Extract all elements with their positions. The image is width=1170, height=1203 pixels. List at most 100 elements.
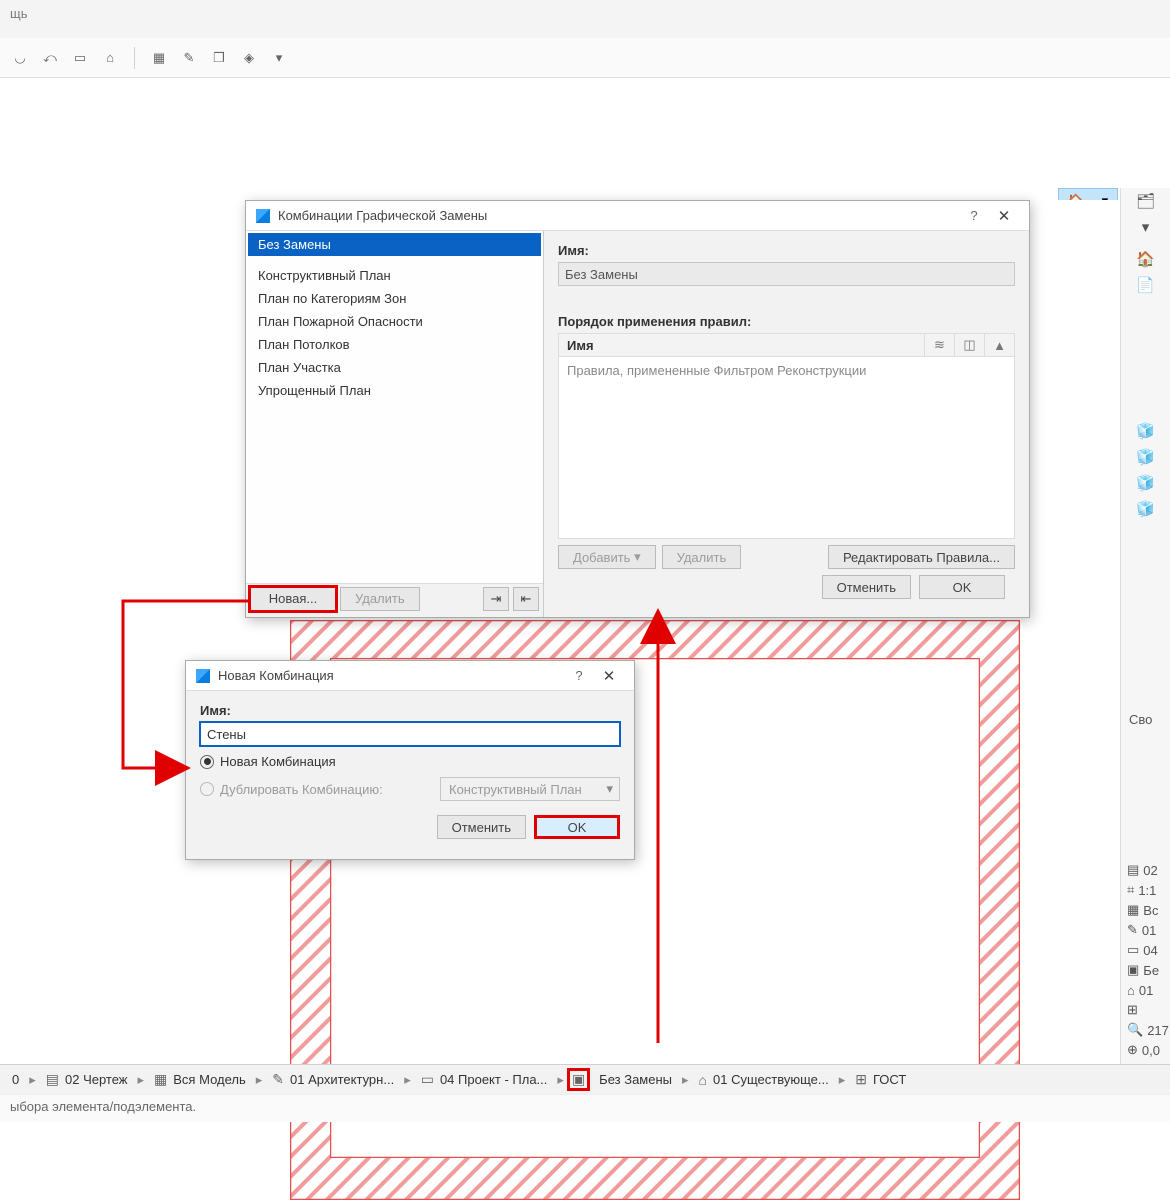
help-button[interactable]: ?	[959, 208, 989, 223]
opt-row[interactable]: ⌂01	[1123, 980, 1168, 1000]
list-item[interactable]: План Пожарной Опасности	[248, 310, 541, 333]
list-item[interactable]: План Участка	[248, 356, 541, 379]
pen-icon: ✎	[272, 1071, 284, 1088]
status-crumbs: 0 ▸ ▤02 Чертеж ▸ ▦Вся Модель ▸ ✎01 Архит…	[0, 1064, 1170, 1094]
new-button[interactable]: Новая...	[250, 587, 336, 611]
doc-node-icon[interactable]: 📄	[1121, 272, 1170, 298]
expand-icon[interactable]: ▾	[1121, 214, 1170, 240]
tool-pen-icon[interactable]: ✎	[177, 46, 201, 70]
tool-home-icon[interactable]: ⌂	[98, 46, 122, 70]
reno-icon: ⌂	[699, 1072, 707, 1088]
layer-icon: ▤	[1127, 862, 1139, 878]
opt-row[interactable]: ▣Бе	[1123, 960, 1168, 980]
radio-duplicate-combination[interactable]: Дублировать Комбинацию: Конструктивный П…	[200, 777, 620, 801]
app-icon	[196, 669, 210, 683]
crumb-partial[interactable]: ▦Вся Модель	[148, 1071, 252, 1088]
dialog-titlebar[interactable]: Новая Комбинация ? ✕	[186, 661, 634, 691]
line-override-icon[interactable]: ≋	[924, 334, 954, 356]
tree-icon[interactable]: 🗂	[1121, 188, 1170, 214]
opt-row[interactable]: ▦Вс	[1123, 900, 1168, 920]
tool-rect-icon[interactable]: ▭	[68, 46, 92, 70]
mvo-icon: ▭	[421, 1071, 434, 1088]
crumb-override-icon-highlight[interactable]: ▣	[568, 1069, 589, 1090]
zoom-icon: 🔍	[1127, 1022, 1143, 1038]
close-button[interactable]: ✕	[989, 207, 1019, 225]
export-icon[interactable]: ⇤	[513, 587, 539, 611]
tool-layers-icon[interactable]: ◈	[237, 46, 261, 70]
dialog-graphic-override-combinations: Комбинации Графической Замены ? ✕ Без За…	[245, 200, 1030, 618]
view-3d-icon[interactable]: 🧊	[1121, 418, 1170, 444]
rules-header: Имя ≋ ◫ ▲	[558, 333, 1015, 357]
list-item[interactable]: План по Категориям Зон	[248, 287, 541, 310]
add-rule-button: Добавить ▾	[558, 545, 656, 569]
cancel-button[interactable]: Отменить	[822, 575, 911, 599]
opt-row[interactable]: ⊞	[1123, 1000, 1168, 1020]
override-icon: ▣	[1127, 962, 1139, 978]
name-input[interactable]	[200, 722, 620, 746]
help-button[interactable]: ?	[564, 668, 594, 683]
radio-icon	[200, 755, 214, 769]
tool-arc-icon[interactable]: ⤺	[38, 46, 62, 70]
remove-rule-button: Удалить	[662, 545, 742, 569]
scale-icon: ⌗	[1127, 882, 1134, 898]
quick-options-list: ▤02 ⌗1:1 ▦Вс ✎01 ▭04 ▣Бе ⌂01 ⊞ 🔍217 ⊕0,0	[1120, 856, 1170, 1064]
crumb-sep: ▸	[404, 1072, 411, 1088]
view-3d-icon-4[interactable]: 🧊	[1121, 496, 1170, 522]
crumb-sep: ▸	[29, 1072, 36, 1088]
status-line: ыбора элемента/подэлемента.	[0, 1094, 1170, 1122]
close-button[interactable]: ✕	[594, 667, 624, 685]
surface-override-icon[interactable]: ▲	[984, 334, 1014, 356]
radio-new-combination[interactable]: Новая Комбинация	[200, 754, 620, 769]
tool-grid-icon[interactable]: ▦	[147, 46, 171, 70]
dialog-title: Новая Комбинация	[218, 668, 564, 683]
radio-icon	[200, 782, 214, 796]
edit-rules-button[interactable]: Редактировать Правила...	[828, 545, 1015, 569]
list-item[interactable]: План Потолков	[248, 333, 541, 356]
separator	[134, 47, 135, 69]
origin-icon: ⊕	[1127, 1042, 1138, 1058]
import-icon[interactable]: ⇥	[483, 587, 509, 611]
tool-object-icon[interactable]: ❒	[207, 46, 231, 70]
crumb-override[interactable]: Без Замены	[593, 1072, 678, 1087]
tool-dropdown-icon[interactable]: ▾	[267, 46, 291, 70]
view-3d-icon-3[interactable]: 🧊	[1121, 470, 1170, 496]
combination-list[interactable]: Без Замены Конструктивный План План по К…	[246, 231, 543, 583]
house-node-icon[interactable]: 🏠	[1121, 246, 1170, 272]
opt-row[interactable]: ▭04	[1123, 940, 1168, 960]
cancel-button[interactable]: Отменить	[437, 815, 526, 839]
dialog-titlebar[interactable]: Комбинации Графической Замены ? ✕	[246, 201, 1029, 231]
ok-button[interactable]: OK	[534, 815, 620, 839]
name-field: Без Замены	[558, 262, 1015, 286]
opt-row[interactable]: ✎01	[1123, 920, 1168, 940]
name-label: Имя:	[558, 243, 1015, 258]
menu-help[interactable]: щь	[10, 6, 27, 21]
opt-row[interactable]: 🔍217	[1123, 1020, 1168, 1040]
crumb-dim[interactable]: ⊞ГОСТ	[849, 1071, 912, 1088]
dialog-title: Комбинации Графической Замены	[278, 208, 959, 223]
opt-row[interactable]: ⊕0,0	[1123, 1040, 1168, 1060]
crumb-mvo[interactable]: ▭04 Проект - Пла...	[415, 1071, 554, 1088]
view-3d-icon-2[interactable]: 🧊	[1121, 444, 1170, 470]
crumb-penset[interactable]: ✎01 Архитектурн...	[266, 1071, 400, 1088]
opt-row[interactable]: ⌗1:1	[1123, 880, 1168, 900]
dim-icon: ⊞	[1127, 1002, 1138, 1018]
rules-label: Порядок применения правил:	[558, 314, 1015, 329]
menu-bar: щь	[0, 0, 1170, 38]
properties-header[interactable]: Сво	[1129, 712, 1152, 727]
crumb-reno[interactable]: ⌂01 Существующе...	[693, 1072, 835, 1088]
list-item[interactable]: Конструктивный План	[248, 264, 541, 287]
crumb-layers[interactable]: ▤02 Чертеж	[40, 1071, 134, 1088]
ok-button[interactable]: OK	[919, 575, 1005, 599]
radio-label: Дублировать Комбинацию:	[220, 782, 383, 797]
pen-icon: ✎	[1127, 922, 1138, 938]
tool-polyline-icon[interactable]: ◡	[8, 46, 32, 70]
fill-override-icon[interactable]: ◫	[954, 334, 984, 356]
dialog-new-combination: Новая Комбинация ? ✕ Имя: Новая Комбинац…	[185, 660, 635, 860]
opt-row[interactable]: ▤02	[1123, 860, 1168, 880]
reno-icon: ⌂	[1127, 983, 1135, 998]
list-item[interactable]: Без Замены	[248, 233, 541, 256]
crumb-zoom[interactable]: 0	[6, 1072, 25, 1087]
override-icon: ▣	[572, 1071, 585, 1088]
crumb-sep: ▸	[839, 1072, 846, 1088]
list-item[interactable]: Упрощенный План	[248, 379, 541, 402]
